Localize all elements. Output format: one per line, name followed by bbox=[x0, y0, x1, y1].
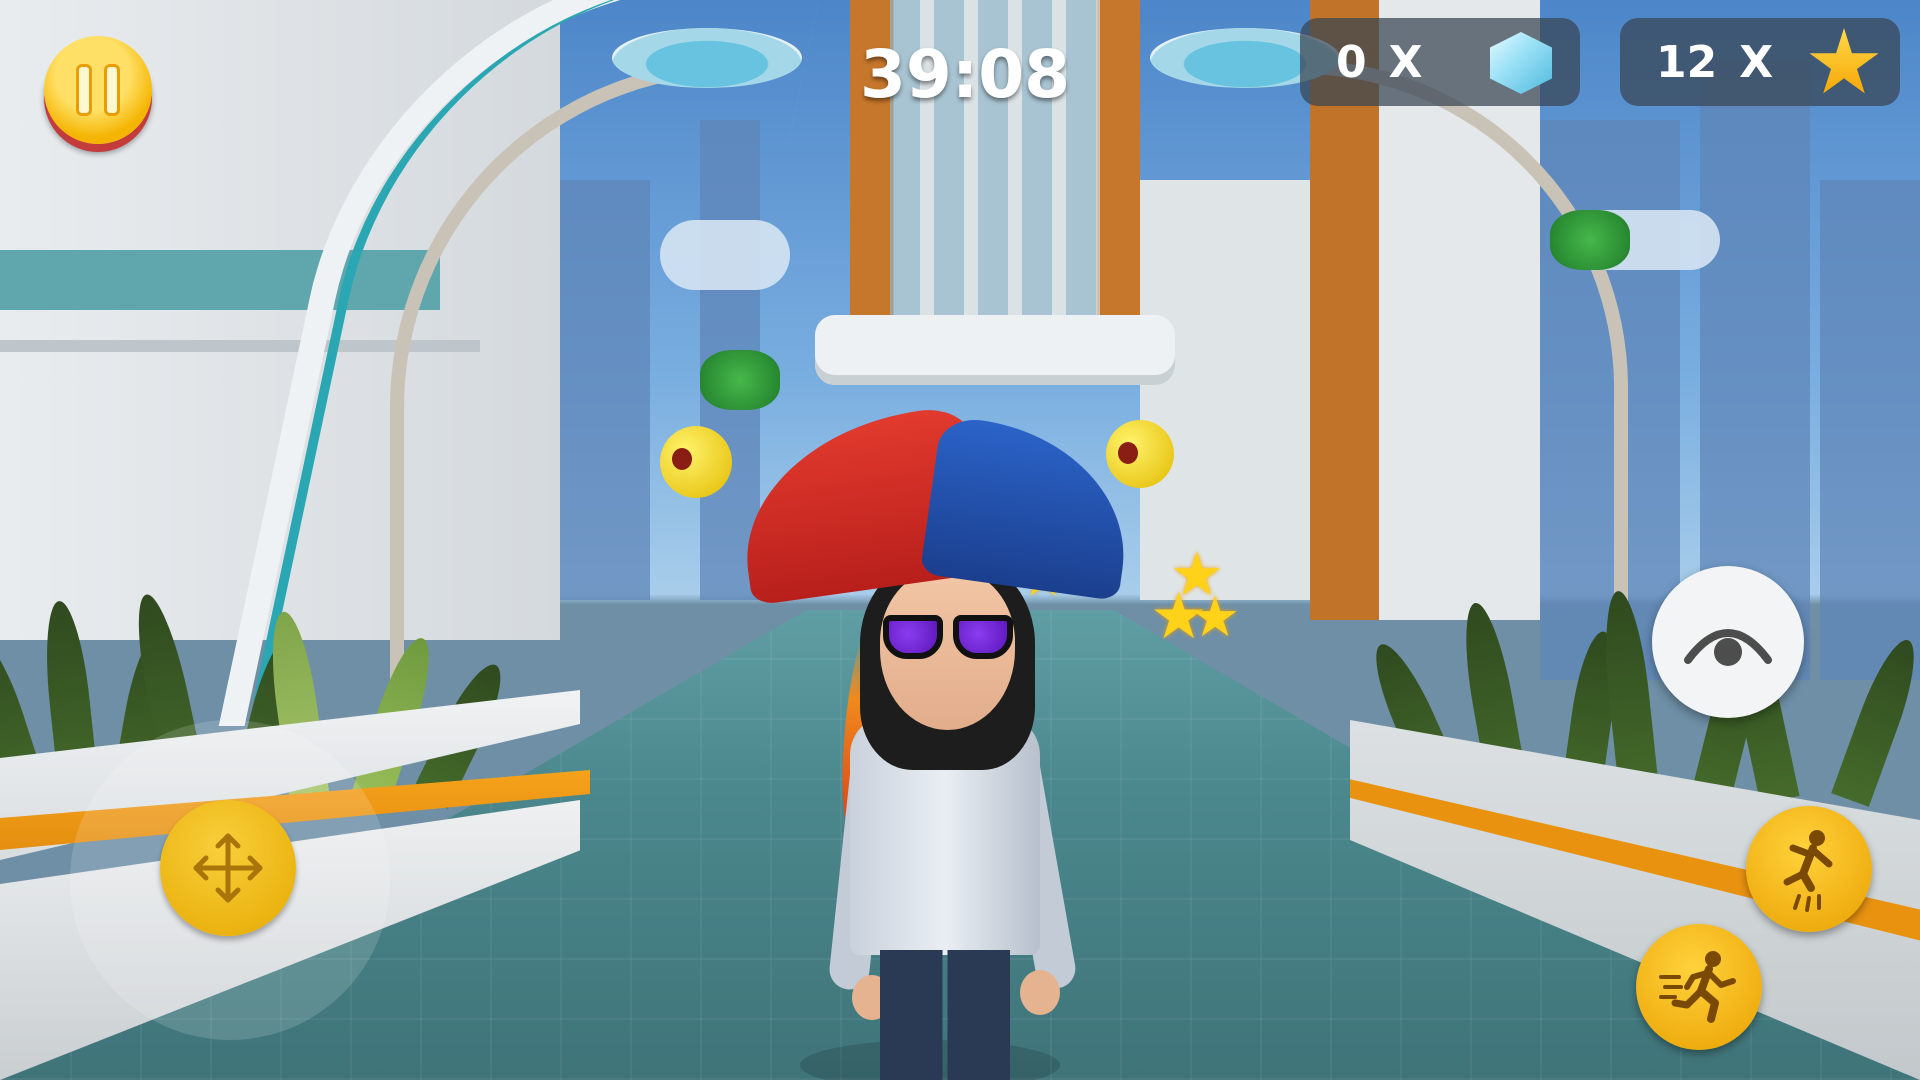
tree bbox=[1550, 210, 1630, 270]
gem-multiplier-sign: X bbox=[1388, 36, 1423, 88]
street-lamp-head bbox=[612, 28, 802, 88]
star-icon bbox=[1809, 28, 1879, 94]
gem-icon bbox=[1490, 32, 1552, 94]
pause-button[interactable] bbox=[44, 36, 152, 144]
game-viewport: ★ ★ ★ ★ 39:08 0 X 12 X bbox=[0, 0, 1920, 1080]
star-count: 12 bbox=[1656, 36, 1718, 88]
tower-ring bbox=[815, 315, 1175, 385]
jump-icon bbox=[1783, 830, 1833, 912]
game-timer: 39:08 bbox=[860, 36, 1071, 113]
jump-button[interactable] bbox=[1746, 806, 1872, 932]
player-character bbox=[660, 404, 1174, 1080]
run-icon bbox=[1659, 951, 1736, 1023]
gem-counter: 0 X bbox=[1300, 18, 1580, 106]
gem-count: 0 bbox=[1336, 36, 1367, 88]
jester-hat-bell bbox=[1106, 420, 1174, 488]
star-pickup: ★ bbox=[1190, 585, 1241, 650]
pause-icon bbox=[76, 64, 92, 116]
character-jeans bbox=[880, 950, 1010, 1080]
eye-icon bbox=[1684, 629, 1772, 666]
run-button[interactable] bbox=[1636, 924, 1762, 1050]
jester-hat-bell bbox=[660, 426, 732, 498]
joystick-knob[interactable] bbox=[160, 800, 296, 936]
move-arrows-icon bbox=[193, 833, 263, 903]
camera-view-button[interactable] bbox=[1652, 566, 1804, 718]
pause-icon bbox=[104, 64, 120, 116]
tree bbox=[700, 350, 780, 410]
star-multiplier-sign: X bbox=[1739, 36, 1774, 88]
star-counter: 12 X bbox=[1620, 18, 1900, 106]
sunglasses bbox=[883, 615, 1018, 659]
character-hand-right bbox=[1020, 970, 1060, 1015]
